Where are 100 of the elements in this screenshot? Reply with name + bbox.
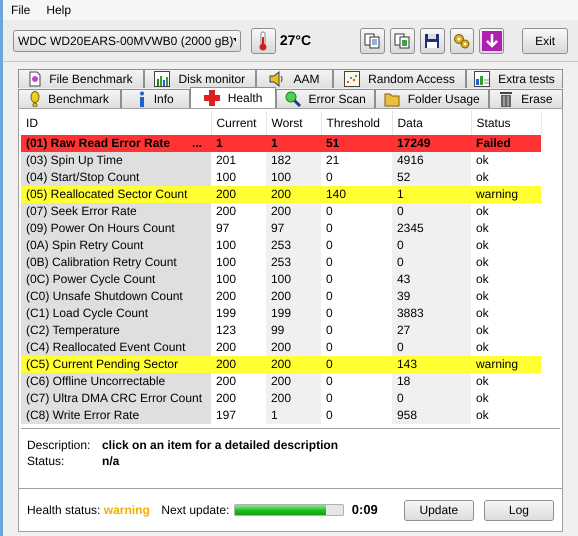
table-cell: 200 (211, 203, 266, 220)
table-cell: 199 (266, 305, 321, 322)
table-cell: 200 (266, 288, 321, 305)
chart-grid-icon (474, 71, 490, 87)
info-icon (138, 91, 146, 107)
options-button[interactable] (450, 28, 474, 54)
table-cell: 140 (321, 186, 392, 203)
table-cell: Failed (471, 135, 541, 152)
copy-text-button[interactable] (360, 28, 385, 54)
scatter-plot-icon (344, 71, 360, 87)
tab[interactable]: File Benchmark (18, 69, 144, 88)
detail-label: Description: (27, 437, 92, 454)
table-cell: 0 (321, 322, 392, 339)
table-cell: 0 (321, 407, 392, 424)
table-cell: 52 (392, 169, 471, 186)
table-cell: 4916 (392, 152, 471, 169)
table-cell: (03) Spin Up Time (21, 152, 211, 169)
table-cell: warning (471, 186, 541, 203)
trash-can-icon (499, 91, 514, 107)
table-cell: 0 (392, 237, 471, 254)
menu-item[interactable]: File (11, 1, 30, 19)
tab[interactable]: Extra tests (466, 69, 563, 88)
magnifier-icon (284, 91, 300, 107)
table-cell: 0 (321, 339, 392, 356)
table-cell: ok (471, 339, 541, 356)
table-cell: 200 (266, 186, 321, 203)
tab[interactable]: Random Access (333, 69, 466, 88)
cross-icon (204, 90, 220, 106)
table-cell: 100 (211, 271, 266, 288)
table-cell: 1 (266, 407, 321, 424)
table-cell: 0 (392, 254, 471, 271)
table-cell: 27 (392, 322, 471, 339)
detail-value: click on an item for a detailed description (102, 437, 338, 454)
health-status-value: warning (104, 502, 151, 519)
table-cell: 100 (211, 237, 266, 254)
document-icon (29, 71, 42, 87)
table-cell: 3883 (392, 305, 471, 322)
exclamation-icon (30, 91, 40, 107)
thermometer-button[interactable] (251, 28, 276, 54)
table-cell: 197 (211, 407, 266, 424)
column-header[interactable]: Status (471, 111, 541, 135)
table-cell: (C4) Reallocated Event Count (21, 339, 211, 356)
table-cell: 0 (321, 288, 392, 305)
table-cell: (C0) Unsafe Shutdown Count (21, 288, 211, 305)
download-button[interactable] (479, 28, 504, 54)
table-cell: 97 (266, 220, 321, 237)
footer-button[interactable]: Update (404, 500, 474, 520)
table-cell: 253 (266, 237, 321, 254)
table-cell: (05) Reallocated Sector Count (21, 186, 211, 203)
table-cell: 253 (266, 254, 321, 271)
column-header[interactable]: Worst (266, 111, 321, 135)
tab[interactable]: Health (190, 87, 276, 108)
table-cell: 39 (392, 288, 471, 305)
table-cell: 200 (211, 356, 266, 373)
table-cell: 200 (211, 186, 266, 203)
copy-image-button[interactable] (390, 28, 415, 54)
save-button[interactable] (420, 28, 445, 54)
table-cell: 100 (211, 169, 266, 186)
table-cell: 200 (211, 373, 266, 390)
menu-item[interactable]: Help (46, 1, 72, 19)
next-update-label: Next update: (161, 502, 230, 519)
table-cell: 1 (392, 186, 471, 203)
table-cell: 0 (392, 339, 471, 356)
table-cell: 0 (392, 203, 471, 220)
tab[interactable]: Error Scan (276, 89, 375, 108)
table-cell: ok (471, 373, 541, 390)
ellipsis: ... (192, 135, 203, 152)
tab[interactable]: Benchmark (18, 89, 122, 108)
caret-icon (233, 38, 236, 43)
table-cell: 0 (321, 373, 392, 390)
column-header[interactable]: Current (211, 111, 266, 135)
detail-value: n/a (102, 453, 120, 470)
table-cell: 200 (266, 356, 321, 373)
tab[interactable]: Folder Usage (374, 89, 489, 108)
table-cell: 958 (392, 407, 471, 424)
table-cell: (09) Power On Hours Count (21, 220, 211, 237)
table-cell: 0 (321, 254, 392, 271)
temperature-reading: 27°C (280, 31, 312, 50)
column-header[interactable]: ID (21, 111, 211, 135)
table-cell: 100 (266, 271, 321, 288)
footer-button[interactable]: Log (484, 500, 554, 520)
table-cell: (C7) Ultra DMA CRC Error Count (21, 390, 211, 407)
health-status-label: Health status: (27, 502, 102, 519)
column-header[interactable]: Data (392, 111, 471, 135)
documents-image-icon (394, 32, 410, 48)
tab[interactable]: AAM (256, 69, 334, 88)
exit-button[interactable]: Exit (522, 28, 568, 54)
tab[interactable]: Disk monitor (144, 69, 256, 88)
table-cell: 0 (321, 390, 392, 407)
drive-dropdown[interactable]: WDC WD20EARS-00MVWB0 (2000 gB) (13, 30, 241, 52)
documents-icon (364, 32, 380, 48)
table-cell: 43 (392, 271, 471, 288)
table-cell: 200 (211, 390, 266, 407)
tab[interactable]: Erase (488, 89, 564, 108)
table-cell: (04) Start/Stop Count (21, 169, 211, 186)
tab[interactable]: Info (121, 89, 190, 108)
table-cell: 0 (321, 356, 392, 373)
table-cell: 1 (266, 135, 321, 152)
table-cell: ok (471, 203, 541, 220)
column-header[interactable]: Threshold (321, 111, 392, 135)
